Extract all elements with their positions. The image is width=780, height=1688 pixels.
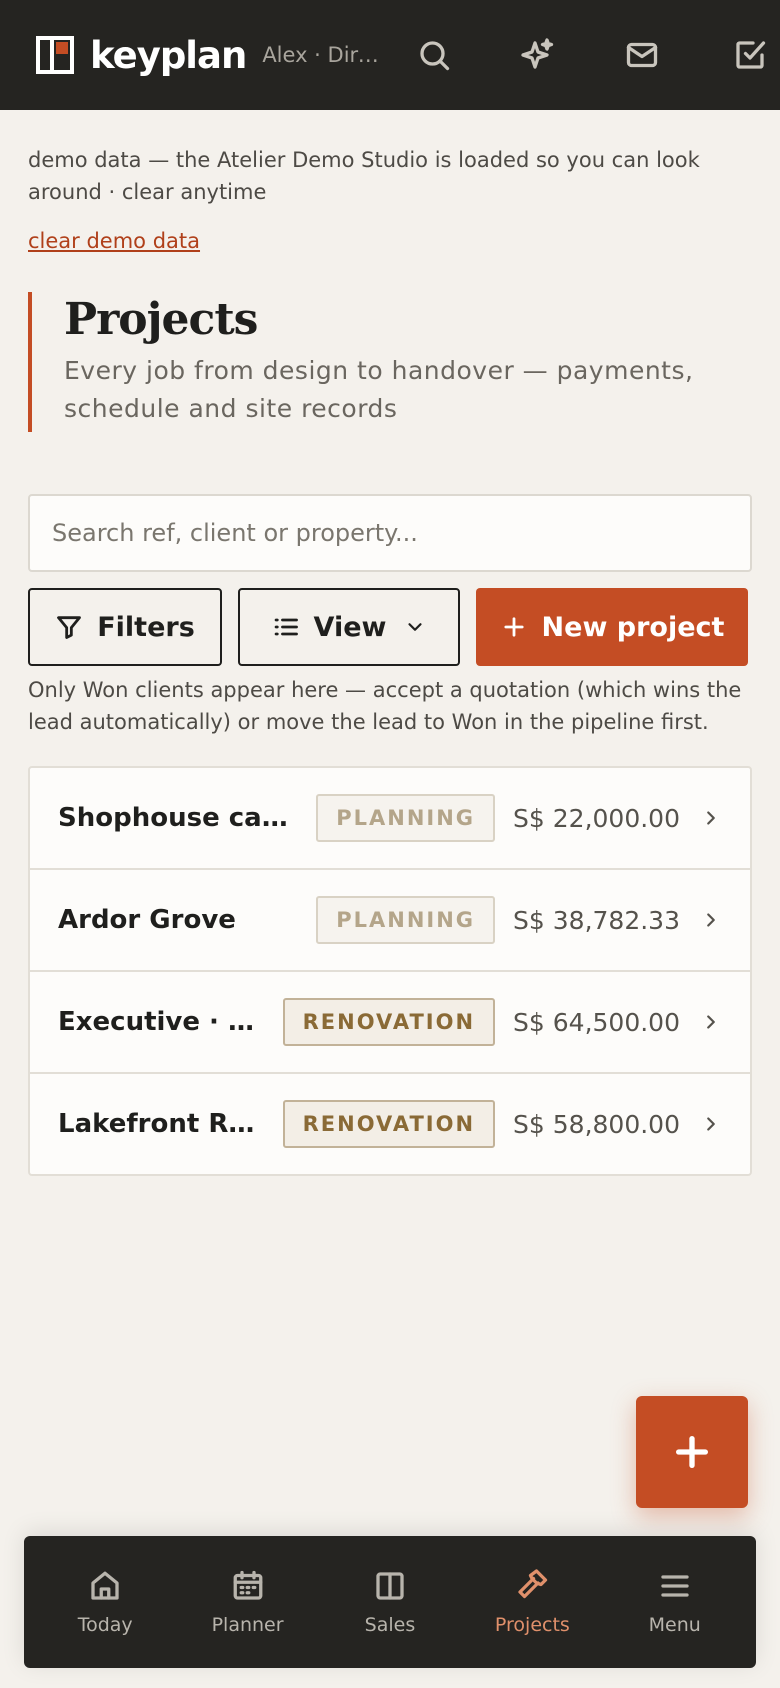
bottom-nav: Today Planner Sales Projects Menu (24, 1536, 756, 1668)
filter-icon (57, 616, 82, 639)
plus-icon (676, 1436, 708, 1468)
mail-icon[interactable] (590, 25, 694, 85)
nav-label: Menu (648, 1614, 701, 1636)
nav-projects[interactable]: Projects (467, 1568, 597, 1636)
project-amount: S$ 22,000.00 (513, 803, 680, 833)
filters-label: Filters (97, 611, 195, 643)
chevron-down-icon (408, 623, 423, 631)
plus-icon (503, 617, 524, 637)
nav-label: Sales (364, 1614, 416, 1636)
list-icon (274, 618, 298, 636)
chevron-right-icon (707, 1015, 715, 1029)
new-project-label: New project (541, 611, 725, 643)
top-bar: keyplan Alex · Director (0, 0, 780, 110)
hammer-icon (518, 1569, 548, 1599)
nav-planner[interactable]: Planner (183, 1568, 313, 1636)
project-name: Lakefront Residences (58, 1109, 263, 1139)
search-input[interactable] (28, 494, 752, 572)
menu-icon (661, 1575, 689, 1597)
status-badge: PLANNING (316, 794, 496, 842)
project-name: Ardor Grove (58, 905, 236, 935)
page-subtitle: Every job from design to handover — paym… (64, 356, 694, 423)
page-title: Projects (64, 294, 258, 345)
project-amount: S$ 38,782.33 (513, 905, 680, 935)
view-button[interactable]: View (238, 588, 460, 666)
nav-label: Projects (494, 1614, 570, 1636)
project-row[interactable]: Ardor Grove PLANNING S$ 38,782.33 (30, 870, 750, 972)
user-label[interactable]: Alex · Director (262, 43, 382, 67)
demo-notice: demo data — the Atelier Demo Studio is l… (28, 148, 700, 204)
view-label: View (313, 611, 387, 643)
chevron-right-icon (707, 913, 715, 927)
nav-label: Today (77, 1614, 133, 1636)
project-name: Executive · Pasir Ris (58, 1007, 263, 1037)
project-row[interactable]: Lakefront Residences RENOVATION S$ 58,80… (30, 1074, 750, 1174)
search-icon[interactable] (382, 25, 486, 85)
tasks-icon[interactable] (694, 25, 768, 85)
won-clients-hint: Only Won clients appear here — accept a … (28, 678, 742, 734)
nav-sales[interactable]: Sales (325, 1568, 455, 1636)
brand-name[interactable]: keyplan (90, 34, 247, 77)
quick-add-button[interactable] (636, 1396, 748, 1508)
chevron-right-icon (707, 811, 715, 825)
nav-today[interactable]: Today (40, 1568, 170, 1636)
project-name: Shophouse cafe · Joo Chiat (58, 803, 296, 833)
chevron-right-icon (707, 1117, 715, 1131)
columns-icon (376, 1572, 404, 1600)
nav-menu[interactable]: Menu (610, 1568, 740, 1636)
logo-icon[interactable] (36, 36, 74, 74)
top-actions (382, 25, 768, 85)
page-header: Projects Every job from design to handov… (28, 292, 748, 432)
calendar-icon (233, 1570, 262, 1600)
home-icon (91, 1571, 119, 1600)
new-project-button[interactable]: New project (476, 588, 748, 666)
filters-button[interactable]: Filters (28, 588, 222, 666)
project-list: Shophouse cafe · Joo Chiat PLANNING S$ 2… (28, 766, 752, 1176)
project-row[interactable]: Executive · Pasir Ris RENOVATION S$ 64,5… (30, 972, 750, 1074)
project-amount: S$ 58,800.00 (513, 1109, 680, 1139)
status-badge: PLANNING (316, 896, 496, 944)
nav-label: Planner (211, 1614, 284, 1636)
project-row[interactable]: Shophouse cafe · Joo Chiat PLANNING S$ 2… (30, 768, 750, 870)
clear-demo-link[interactable]: clear demo data (28, 229, 200, 253)
status-badge: RENOVATION (282, 998, 496, 1046)
status-badge: RENOVATION (282, 1100, 496, 1148)
project-amount: S$ 64,500.00 (513, 1007, 680, 1037)
sparkle-icon[interactable] (486, 25, 590, 85)
